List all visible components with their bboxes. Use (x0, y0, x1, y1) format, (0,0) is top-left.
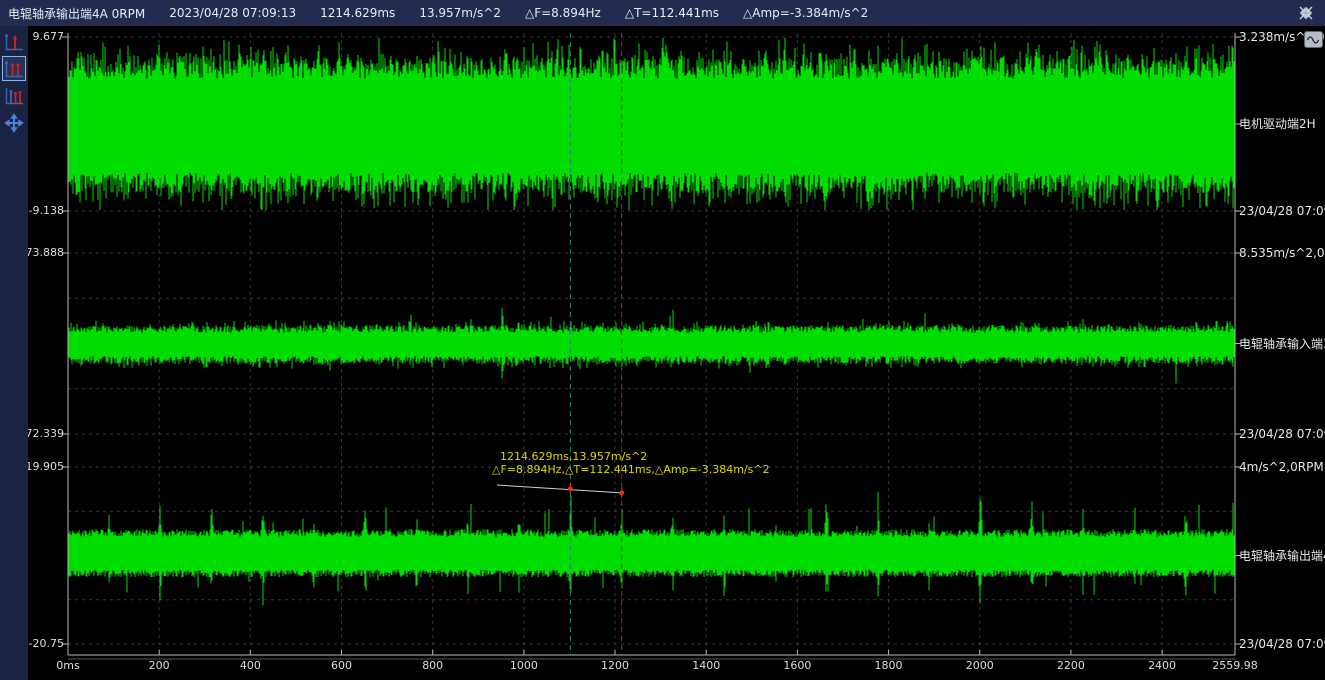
cursor-time-label: 1214.629ms (320, 6, 395, 20)
delta-amplitude-label: △Amp=-3.384m/s^2 (743, 6, 868, 20)
waveform-plot[interactable] (0, 0, 1325, 680)
mini-waveform-button[interactable] (1304, 31, 1323, 48)
delta-time-label: △T=112.441ms (625, 6, 719, 20)
delta-frequency-label: △F=8.894Hz (525, 6, 601, 20)
cursor-amplitude-label: 13.957m/s^2 (419, 6, 501, 20)
sine-wave-icon (1306, 33, 1322, 47)
dual-cursor-icon (3, 58, 25, 80)
active-channel-label: 电辊轴承输出端4A 0RPM (8, 5, 145, 22)
collapse-window-button[interactable] (1297, 4, 1315, 22)
dual-cursor-tool-button[interactable] (2, 56, 26, 81)
pan-tool-button[interactable] (2, 110, 26, 135)
pan-move-icon (3, 112, 25, 134)
single-cursor-icon (3, 31, 25, 53)
datetime-label: 2023/04/28 07:09:13 (169, 6, 296, 20)
tool-sidebar (0, 26, 28, 680)
status-bar: 电辊轴承输出端4A 0RPM 2023/04/28 07:09:13 1214.… (0, 0, 1325, 26)
collapse-arrows-icon (1297, 4, 1315, 22)
harmonic-cursor-icon (3, 85, 25, 107)
harmonic-cursor-tool-button[interactable] (2, 83, 26, 108)
single-cursor-tool-button[interactable] (2, 29, 26, 54)
